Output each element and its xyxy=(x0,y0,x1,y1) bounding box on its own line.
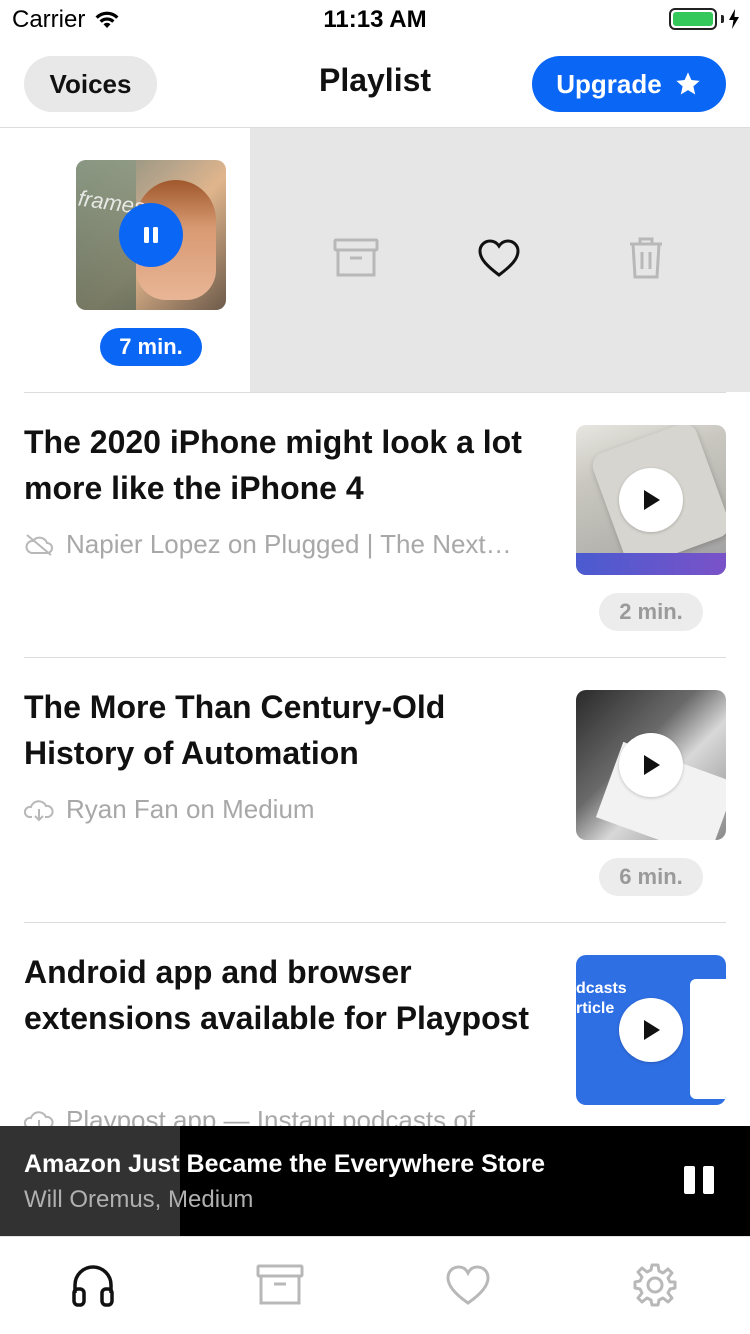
tab-settings[interactable] xyxy=(631,1261,679,1309)
article-thumbnail[interactable]: dcasts rticle xyxy=(576,955,726,1105)
duration-badge: 2 min. xyxy=(599,593,703,631)
tab-bar xyxy=(0,1236,750,1334)
play-icon xyxy=(644,755,660,775)
heart-icon xyxy=(446,1265,490,1305)
cloud-download-icon xyxy=(24,799,54,821)
status-bar: Carrier 11:13 AM xyxy=(0,0,750,40)
delete-action-button[interactable] xyxy=(620,232,672,284)
play-icon xyxy=(644,1020,660,1040)
now-playing-pause-button[interactable] xyxy=(684,1166,714,1196)
playing-item-thumbnail[interactable]: frames xyxy=(76,160,226,310)
duration-badge: 6 min. xyxy=(599,858,703,896)
tab-listen[interactable] xyxy=(69,1261,117,1309)
thumbnail-text: dcasts rticle xyxy=(576,980,627,1017)
playing-list-item[interactable]: frames 7 min. xyxy=(0,128,750,392)
battery-icon xyxy=(669,8,717,30)
play-button[interactable] xyxy=(619,733,683,797)
star-icon xyxy=(676,72,700,95)
list-item[interactable]: The More Than Century-Old History of Aut… xyxy=(24,657,726,922)
article-title: The More Than Century-Old History of Aut… xyxy=(24,689,446,771)
play-icon xyxy=(644,490,660,510)
status-time: 11:13 AM xyxy=(323,6,427,33)
upgrade-button[interactable]: Upgrade xyxy=(532,56,726,112)
archive-icon xyxy=(256,1264,304,1305)
now-playing-bar[interactable]: Amazon Just Became the Everywhere Store … xyxy=(0,1126,750,1236)
charging-bolt-icon xyxy=(729,9,739,29)
like-action-button[interactable] xyxy=(473,232,525,284)
list-item[interactable]: The 2020 iPhone might look a lot more li… xyxy=(24,392,726,657)
archive-icon xyxy=(333,238,379,277)
article-thumbnail[interactable] xyxy=(576,425,726,575)
trash-icon xyxy=(630,237,662,279)
article-title: The 2020 iPhone might look a lot more li… xyxy=(24,424,522,506)
source-text: Ryan Fan on Medium xyxy=(66,794,315,824)
play-button[interactable] xyxy=(619,468,683,532)
source-text: Napier Lopez on Plugged | The Next… xyxy=(66,529,512,559)
play-button[interactable] xyxy=(619,998,683,1062)
duration-badge: 7 min. xyxy=(100,328,202,366)
upgrade-label: Upgrade xyxy=(556,68,662,99)
pause-icon xyxy=(144,227,158,243)
pause-icon xyxy=(684,1166,695,1194)
article-thumbnail[interactable] xyxy=(576,690,726,840)
now-playing-title: Amazon Just Became the Everywhere Store xyxy=(24,1150,546,1178)
tab-archive[interactable] xyxy=(256,1261,304,1309)
archive-action-button[interactable] xyxy=(330,232,382,284)
tab-favorites[interactable] xyxy=(444,1261,492,1309)
now-playing-subtitle: Will Oremus, Medium xyxy=(24,1186,254,1213)
playback-progress xyxy=(0,1126,180,1236)
gear-icon xyxy=(633,1263,677,1307)
article-source: Napier Lopez on Plugged | The Next… xyxy=(24,529,544,560)
heart-icon xyxy=(478,239,520,277)
pause-button[interactable] xyxy=(119,203,183,267)
playing-item-thumb-area: frames 7 min. xyxy=(0,128,250,392)
battery-indicator xyxy=(669,8,740,30)
article-source: Ryan Fan on Medium xyxy=(24,794,544,825)
headphones-icon xyxy=(72,1265,114,1307)
navigation-header: Voices Playlist Upgrade xyxy=(0,40,750,128)
cloud-off-icon xyxy=(25,533,53,556)
swipe-actions-panel xyxy=(250,128,750,392)
article-title: Android app and browser extensions avail… xyxy=(24,954,530,1036)
